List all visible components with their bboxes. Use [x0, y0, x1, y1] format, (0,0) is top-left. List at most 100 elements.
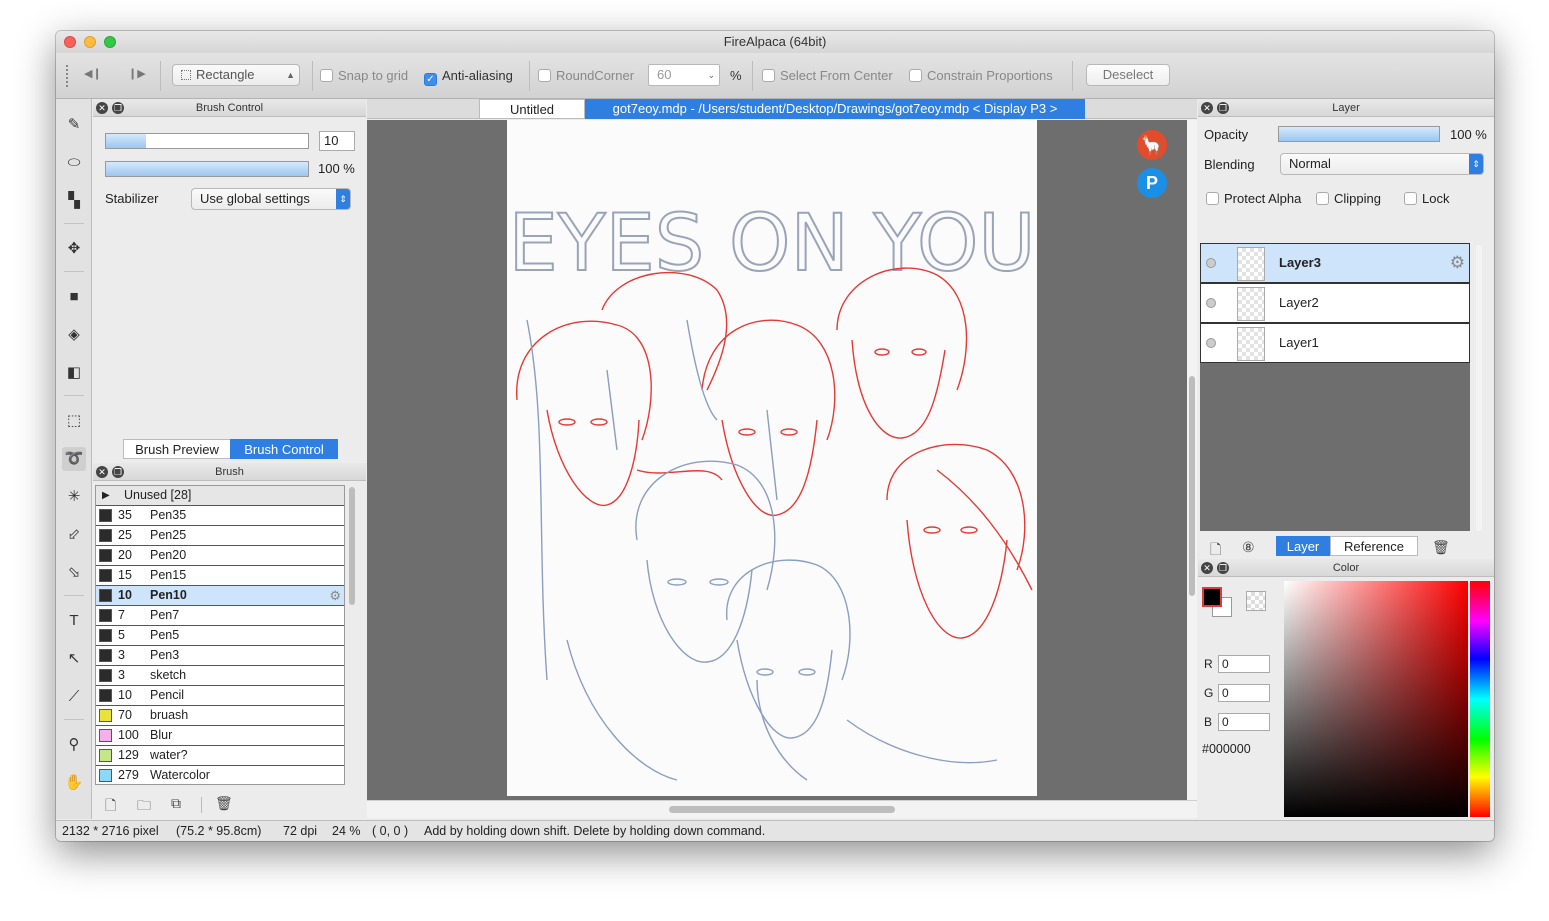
- close-window-button[interactable]: [64, 36, 76, 48]
- tab-brush-preview[interactable]: Brush Preview: [123, 439, 231, 459]
- trash-icon[interactable]: 🗑: [215, 795, 233, 812]
- hand-tool-icon[interactable]: ✋: [62, 771, 86, 795]
- divide-tool-icon[interactable]: ⟋: [62, 685, 86, 709]
- checkbox-box[interactable]: [1404, 192, 1417, 205]
- eyedropper-tool-icon[interactable]: ⚲: [62, 733, 86, 757]
- close-icon[interactable]: ✕: [96, 102, 108, 114]
- brush-row[interactable]: 3 Pen3: [96, 646, 344, 666]
- brush-row[interactable]: 5 Pen5: [96, 626, 344, 646]
- brush-row[interactable]: 129 water?: [96, 746, 344, 766]
- layer-row[interactable]: Layer2: [1200, 283, 1470, 323]
- gradient-tool-icon[interactable]: ◧: [62, 361, 86, 385]
- round-corner-checkbox[interactable]: RoundCorner: [538, 65, 634, 87]
- eraser-tool-icon[interactable]: ⬭: [62, 151, 86, 175]
- move-tool-icon[interactable]: ✥: [62, 237, 86, 261]
- checkbox-box[interactable]: [320, 69, 333, 82]
- drawing-canvas[interactable]: EYES ON YOU: [507, 120, 1037, 796]
- checkbox-box[interactable]: [538, 69, 551, 82]
- layer-list-scrollbar[interactable]: [1476, 245, 1482, 531]
- brush-row[interactable]: 35 Pen35: [96, 506, 344, 526]
- visibility-icon[interactable]: [1206, 338, 1216, 348]
- gear-icon[interactable]: ⚙: [329, 586, 341, 605]
- brush-row[interactable]: 10 Pen10 ⚙: [96, 586, 344, 606]
- brush-row[interactable]: 279 Watercolor: [96, 766, 344, 784]
- brush-row[interactable]: 15 Pen15: [96, 566, 344, 586]
- deselect-button[interactable]: Deselect: [1086, 64, 1170, 86]
- new-brush-icon[interactable]: 🗋: [105, 795, 116, 819]
- brush-row[interactable]: 70 bruash: [96, 706, 344, 726]
- brush-list-scrollbar[interactable]: [349, 487, 355, 605]
- step-back-icon[interactable]: ◀❙: [84, 67, 102, 80]
- canvas-horizontal-scrollbar[interactable]: [367, 800, 1197, 818]
- horizontal-scroll-thumb[interactable]: [669, 806, 895, 813]
- bucket-tool-icon[interactable]: ◈: [62, 323, 86, 347]
- lock-checkbox[interactable]: Lock: [1404, 191, 1449, 206]
- protect-alpha-checkbox[interactable]: Protect Alpha: [1206, 191, 1301, 206]
- gear-icon[interactable]: ⚙: [1450, 253, 1465, 273]
- fill-shape-tool-icon[interactable]: ■: [62, 285, 86, 309]
- duplicate-icon[interactable]: ⧉: [171, 795, 181, 812]
- hue-slider[interactable]: [1470, 581, 1490, 817]
- canvas-area[interactable]: EYES ON YOU 🦙 P: [367, 120, 1187, 800]
- dot-tool-icon[interactable]: ▚: [62, 189, 86, 213]
- alpaca-mascot-icon[interactable]: 🦙: [1137, 130, 1167, 160]
- blending-select[interactable]: Normal ⇕: [1280, 153, 1484, 175]
- visibility-icon[interactable]: [1206, 298, 1216, 308]
- layer-row[interactable]: Layer1: [1200, 323, 1470, 363]
- tab-untitled[interactable]: Untitled: [479, 99, 585, 119]
- brush-group-row[interactable]: ▶ Unused [28]: [96, 486, 344, 506]
- snap-to-grid-checkbox[interactable]: Snap to grid: [320, 65, 408, 87]
- vertical-scroll-thumb[interactable]: [1189, 376, 1195, 596]
- checkbox-box[interactable]: [762, 69, 775, 82]
- red-field[interactable]: 0: [1218, 655, 1270, 673]
- float-panel-icon[interactable]: ❐: [112, 466, 124, 478]
- visibility-icon[interactable]: [1206, 258, 1216, 268]
- saturation-value-picker[interactable]: [1284, 581, 1468, 817]
- stabilizer-select[interactable]: Use global settings ⇕: [191, 188, 351, 210]
- step-forward-icon[interactable]: ❙▶: [128, 67, 146, 80]
- brush-row[interactable]: 20 Pen20: [96, 546, 344, 566]
- checkmark-icon[interactable]: ✓: [424, 73, 437, 86]
- chevron-down-icon[interactable]: ⌄: [707, 65, 715, 85]
- primary-color-swatch[interactable]: [1202, 587, 1222, 607]
- text-tool-icon[interactable]: T: [62, 609, 86, 633]
- brush-row[interactable]: 10 Pencil: [96, 686, 344, 706]
- checkbox-box[interactable]: [1316, 192, 1329, 205]
- tab-got7eoy[interactable]: got7eoy.mdp - /Users/student/Desktop/Dra…: [585, 99, 1085, 119]
- canvas-vertical-scrollbar[interactable]: [1187, 120, 1197, 800]
- toolbar-grip[interactable]: [66, 65, 68, 87]
- float-panel-icon[interactable]: ❐: [112, 102, 124, 114]
- tab-brush-control[interactable]: Brush Control: [230, 439, 338, 459]
- checkbox-box[interactable]: [1206, 192, 1219, 205]
- green-field[interactable]: 0: [1218, 684, 1270, 702]
- close-icon[interactable]: ✕: [1201, 102, 1213, 114]
- new-8bit-layer-icon[interactable]: ⑧: [1242, 539, 1255, 556]
- transparent-color-swatch[interactable]: [1246, 591, 1266, 611]
- disclosure-triangle-icon[interactable]: ▶: [102, 486, 110, 505]
- layer-row[interactable]: Layer3 ⚙: [1200, 243, 1470, 283]
- pen-tool-icon[interactable]: ✎: [62, 113, 86, 137]
- magic-wand-tool-icon[interactable]: ✳: [62, 485, 86, 509]
- close-icon[interactable]: ✕: [96, 466, 108, 478]
- checkbox-box[interactable]: [909, 69, 922, 82]
- clipping-checkbox[interactable]: Clipping: [1316, 191, 1381, 206]
- minimize-window-button[interactable]: [84, 36, 96, 48]
- round-corner-combo[interactable]: 60 ⌄: [648, 64, 720, 86]
- blue-field[interactable]: 0: [1218, 713, 1270, 731]
- tab-layer[interactable]: Layer: [1276, 536, 1330, 556]
- maximize-window-button[interactable]: [104, 36, 116, 48]
- selection-shape-select[interactable]: Rectangle ▲: [172, 64, 300, 86]
- anti-aliasing-checkbox[interactable]: ✓ Anti-aliasing: [424, 65, 513, 87]
- brush-row[interactable]: 7 Pen7: [96, 606, 344, 626]
- tab-reference[interactable]: Reference: [1330, 536, 1418, 556]
- trash-icon[interactable]: 🗑: [1432, 539, 1450, 556]
- operation-tool-icon[interactable]: ↖: [62, 647, 86, 671]
- select-from-center-checkbox[interactable]: Select From Center: [762, 65, 893, 87]
- constrain-proportions-checkbox[interactable]: Constrain Proportions: [909, 65, 1053, 87]
- select-tool-icon[interactable]: ⬚: [62, 409, 86, 433]
- brush-opacity-slider[interactable]: [105, 161, 309, 177]
- close-icon[interactable]: ✕: [1201, 562, 1213, 574]
- float-panel-icon[interactable]: ❐: [1217, 102, 1229, 114]
- brush-size-slider[interactable]: [105, 133, 309, 149]
- select-eraser-tool-icon[interactable]: ⬂: [62, 561, 86, 585]
